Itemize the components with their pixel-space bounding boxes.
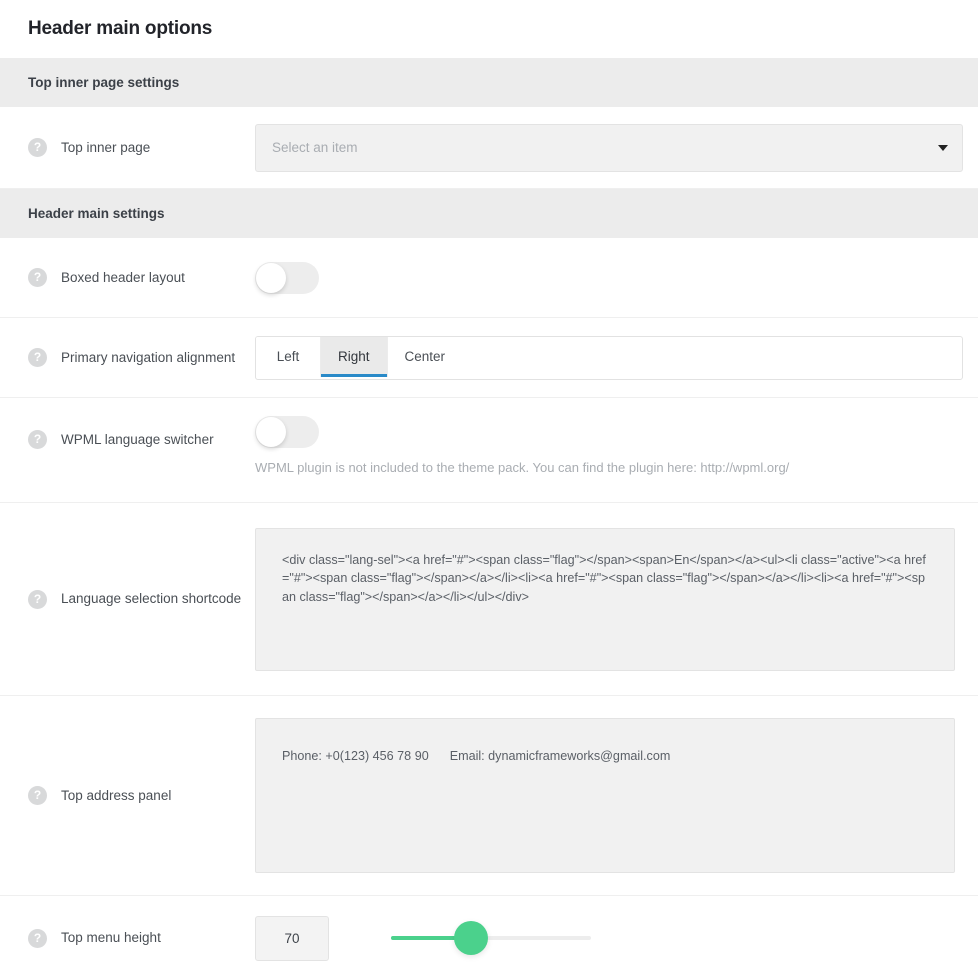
select-placeholder: Select an item — [272, 140, 358, 155]
section-header-header-main-settings: Header main settings — [0, 189, 978, 238]
alignment-option-center[interactable]: Center — [387, 336, 463, 377]
row-label-language-selection-shortcode: ? Language selection shortcode — [0, 589, 255, 609]
slider-handle[interactable] — [454, 921, 488, 955]
row-field-language-selection-shortcode: <div class="lang-sel"><a href="#"><span … — [255, 527, 978, 671]
row-field-boxed-header-layout — [255, 261, 978, 294]
question-mark-icon[interactable]: ? — [28, 928, 47, 948]
top-menu-height-slider[interactable] — [391, 918, 591, 958]
label-text: Boxed header layout — [61, 269, 185, 285]
row-top-menu-height: ? Top menu height 70 — [0, 896, 978, 980]
language-selection-shortcode-textarea[interactable]: <div class="lang-sel"><a href="#"><span … — [255, 527, 955, 671]
question-mark-icon[interactable]: ? — [28, 348, 47, 367]
alignment-option-left[interactable]: Left — [256, 336, 321, 377]
section-header-top-inner-page-settings: Top inner page settings — [0, 58, 978, 107]
section-header-label: Header main settings — [28, 206, 165, 221]
row-boxed-header-layout: ? Boxed header layout — [0, 238, 978, 318]
row-field-primary-navigation-alignment: Left Right Center — [255, 335, 978, 380]
wpml-note: WPML plugin is not included to the theme… — [255, 460, 790, 475]
row-label-top-inner-page: ? Top inner page — [0, 138, 255, 157]
question-mark-icon[interactable]: ? — [28, 589, 47, 609]
page-title: Header main options — [28, 18, 213, 39]
primary-navigation-alignment-group: Left Right Center — [255, 335, 963, 380]
label-text: Primary navigation alignment — [61, 349, 236, 365]
row-language-selection-shortcode: ? Language selection shortcode <div clas… — [0, 503, 978, 696]
boxed-header-layout-toggle[interactable] — [255, 261, 319, 294]
row-top-inner-page: ? Top inner page Select an item — [0, 107, 978, 189]
label-text: Top menu height — [61, 930, 161, 945]
question-mark-icon[interactable]: ? — [28, 430, 47, 449]
row-field-top-address-panel: Phone: +0(123) 456 78 90 Email: dynamicf… — [255, 718, 978, 873]
row-label-top-address-panel: ? Top address panel — [0, 786, 255, 805]
top-inner-page-select[interactable]: Select an item — [255, 123, 963, 172]
toggle-knob — [256, 417, 286, 447]
top-menu-height-input[interactable]: 70 — [255, 915, 329, 961]
row-field-top-inner-page: Select an item — [255, 123, 978, 172]
page-title-bar: Header main options — [0, 0, 978, 58]
options-panel: Header main options Top inner page setti… — [0, 0, 978, 980]
label-text: Language selection shortcode — [61, 591, 242, 606]
row-primary-navigation-alignment: ? Primary navigation alignment Left Righ… — [0, 318, 978, 398]
alignment-option-right[interactable]: Right — [321, 336, 388, 377]
label-text: Top inner page — [61, 139, 151, 155]
top-address-panel-textarea[interactable]: Phone: +0(123) 456 78 90 Email: dynamicf… — [255, 718, 955, 873]
section-header-label: Top inner page settings — [28, 75, 180, 90]
row-label-boxed-header-layout: ? Boxed header layout — [0, 268, 255, 287]
label-text: Top address panel — [61, 787, 172, 803]
row-label-primary-navigation-alignment: ? Primary navigation alignment — [0, 348, 255, 367]
chevron-down-icon[interactable] — [938, 144, 948, 151]
row-field-top-menu-height: 70 — [255, 915, 978, 961]
wpml-language-switcher-toggle[interactable] — [255, 416, 319, 448]
question-mark-icon[interactable]: ? — [28, 138, 47, 157]
row-field-wpml-language-switcher: WPML plugin is not included to the theme… — [255, 416, 978, 475]
toggle-knob — [256, 262, 286, 293]
top-menu-height-control: 70 — [255, 915, 963, 961]
question-mark-icon[interactable]: ? — [28, 786, 47, 805]
row-label-top-menu-height: ? Top menu height — [0, 928, 255, 948]
row-top-address-panel: ? Top address panel Phone: +0(123) 456 7… — [0, 696, 978, 896]
row-wpml-language-switcher: ? WPML language switcher WPML plugin is … — [0, 398, 978, 503]
label-text: WPML language switcher — [61, 431, 214, 447]
row-label-wpml-language-switcher: ? WPML language switcher — [0, 416, 255, 449]
question-mark-icon[interactable]: ? — [28, 268, 47, 287]
